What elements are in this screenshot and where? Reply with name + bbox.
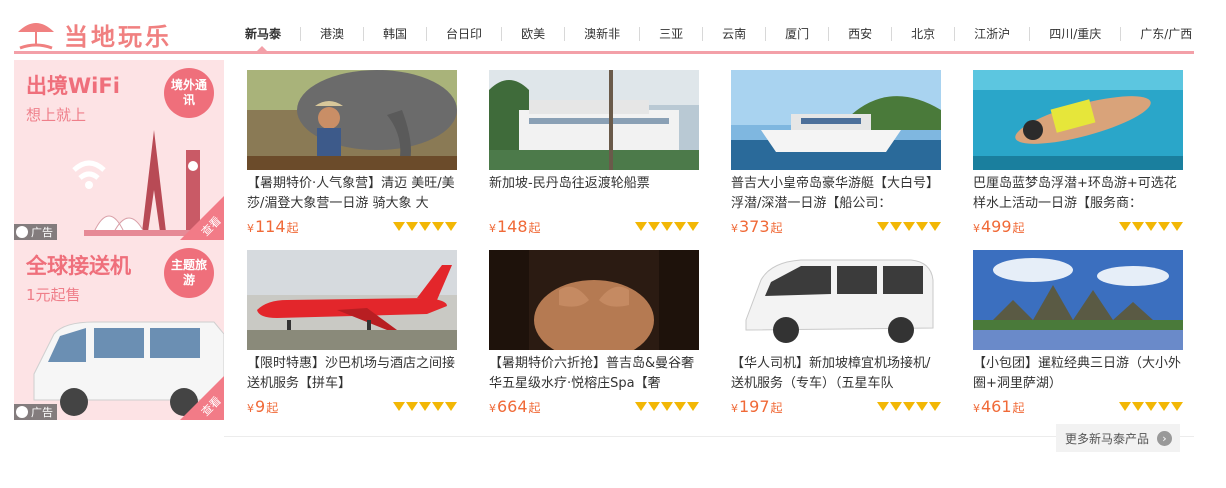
rating-icon bbox=[876, 221, 941, 232]
nav-tab-sichuan-chongqing[interactable]: 四川/重庆 bbox=[1029, 27, 1120, 41]
nav-tab-yunnan[interactable]: 云南 bbox=[702, 27, 765, 41]
product-title[interactable]: 【华人司机】新加坡樟宜机场接机/送机服务（专车）（五星车队 bbox=[731, 354, 941, 394]
product-price: ¥664起 bbox=[489, 397, 541, 416]
nav-tab-sanya[interactable]: 三亚 bbox=[639, 27, 702, 41]
product-title[interactable]: 【限时特惠】沙巴机场与酒店之间接送机服务【拼车】 bbox=[247, 354, 457, 394]
product-card[interactable]: 【小包团】暹粒经典三日游（大小外圈+洞里萨湖） ¥461起 bbox=[973, 250, 1183, 420]
product-title[interactable]: 【暑期特价六折抢】普吉岛&曼谷奢华五星级水疗·悦榕庄Spa【奢 bbox=[489, 354, 699, 394]
product-image-snorkel[interactable] bbox=[973, 70, 1183, 170]
product-image-airplane[interactable] bbox=[247, 250, 457, 350]
nav-tab-xiamen[interactable]: 厦门 bbox=[765, 27, 828, 41]
nav-tab-xinmatai[interactable]: 新马泰 bbox=[226, 27, 300, 41]
ad-view-corner[interactable]: 查看 bbox=[180, 376, 224, 420]
product-card[interactable]: 普吉大小皇帝岛豪华游艇【大白号】浮潜/深潜一日游【船公司： ¥373起 bbox=[731, 70, 941, 240]
product-card[interactable]: 新加坡-民丹岛往返渡轮船票 ¥148起 bbox=[489, 70, 699, 240]
product-title[interactable]: 巴厘岛蓝梦岛浮潜+环岛游+可选花样水上活动一日游【服务商： bbox=[973, 174, 1183, 214]
ad-banner-transfer[interactable]: 全球接送机 1元起售 主题旅游 广告 查看 bbox=[14, 240, 224, 420]
ad-title: 全球接送机 bbox=[26, 254, 131, 278]
ad-title: 出境WiFi bbox=[26, 74, 120, 98]
product-card[interactable]: 巴厘岛蓝梦岛浮潜+环岛游+可选花样水上活动一日游【服务商： ¥499起 bbox=[973, 70, 1183, 240]
nav-tab-aoxinfei[interactable]: 澳新非 bbox=[564, 27, 639, 41]
nav-underline bbox=[14, 51, 1194, 54]
nav-tab-gangao[interactable]: 港澳 bbox=[300, 27, 363, 41]
nav-tab-oumei[interactable]: 欧美 bbox=[501, 27, 564, 41]
product-card[interactable]: 【限时特惠】沙巴机场与酒店之间接送机服务【拼车】 ¥9起 bbox=[247, 250, 457, 420]
ad-label: 广告 bbox=[14, 224, 57, 240]
nav-tab-jiangzhehu[interactable]: 江浙沪 bbox=[954, 27, 1029, 41]
ad-label: 广告 bbox=[14, 404, 57, 420]
product-price: ¥114起 bbox=[247, 217, 299, 236]
product-price: ¥373起 bbox=[731, 217, 783, 236]
product-image-spa[interactable] bbox=[489, 250, 699, 350]
more-products-button[interactable]: 更多新马泰产品 › bbox=[1056, 424, 1180, 452]
product-price: ¥197起 bbox=[731, 397, 783, 416]
nav-tab-xian[interactable]: 西安 bbox=[828, 27, 891, 41]
ad-view-corner[interactable]: 查看 bbox=[180, 196, 224, 240]
active-tab-caret bbox=[256, 46, 268, 52]
product-image-temple[interactable] bbox=[973, 250, 1183, 350]
logo-text: 当地玩乐 bbox=[64, 22, 172, 51]
chevron-right-icon: › bbox=[1157, 430, 1172, 446]
rating-icon bbox=[1118, 401, 1183, 412]
rating-icon bbox=[634, 401, 699, 412]
site-logo[interactable]: 当地玩乐 bbox=[16, 14, 226, 54]
nav-tab-hanguo[interactable]: 韩国 bbox=[363, 27, 426, 41]
section-divider bbox=[224, 436, 1194, 437]
product-price: ¥9起 bbox=[247, 397, 279, 416]
region-nav: 新马泰 港澳 韩国 台日印 欧美 澳新非 三亚 云南 厦门 西安 北京 江浙沪 … bbox=[226, 22, 1211, 46]
ad-badge: 主题旅游 bbox=[164, 248, 214, 298]
product-card[interactable]: 【华人司机】新加坡樟宜机场接机/送机服务（专车）（五星车队 ¥197起 bbox=[731, 250, 941, 420]
product-title[interactable]: 普吉大小皇帝岛豪华游艇【大白号】浮潜/深潜一日游【船公司： bbox=[731, 174, 941, 214]
nav-tab-guangdong-guangxi[interactable]: 广东/广西 bbox=[1120, 27, 1211, 41]
product-price: ¥461起 bbox=[973, 397, 1025, 416]
product-card[interactable]: 【暑期特价·人气象营】清迈 美旺/美莎/湄登大象营一日游 骑大象 大 ¥114起 bbox=[247, 70, 457, 240]
beach-umbrella-icon bbox=[18, 23, 54, 50]
nav-tab-tairiyin[interactable]: 台日印 bbox=[426, 27, 501, 41]
rating-icon bbox=[392, 401, 457, 412]
nav-tab-beijing[interactable]: 北京 bbox=[891, 27, 954, 41]
ad-banner-wifi[interactable]: 出境WiFi 想上就上 境外通讯 广告 查看 bbox=[14, 60, 224, 240]
rating-icon bbox=[1118, 221, 1183, 232]
ad-subtitle: 1元起售 bbox=[26, 286, 81, 304]
product-image-elephant[interactable] bbox=[247, 70, 457, 170]
rating-icon bbox=[634, 221, 699, 232]
product-title[interactable]: 【暑期特价·人气象营】清迈 美旺/美莎/湄登大象营一日游 骑大象 大 bbox=[247, 174, 457, 214]
product-image-van[interactable] bbox=[731, 250, 941, 350]
product-price: ¥148起 bbox=[489, 217, 541, 236]
product-price: ¥499起 bbox=[973, 217, 1025, 236]
product-image-yacht[interactable] bbox=[731, 70, 941, 170]
ad-badge: 境外通讯 bbox=[164, 68, 214, 118]
product-image-ferry[interactable] bbox=[489, 70, 699, 170]
rating-icon bbox=[392, 221, 457, 232]
more-products-label: 更多新马泰产品 bbox=[1064, 431, 1149, 446]
product-card[interactable]: 【暑期特价六折抢】普吉岛&曼谷奢华五星级水疗·悦榕庄Spa【奢 ¥664起 bbox=[489, 250, 699, 420]
product-title[interactable]: 新加坡-民丹岛往返渡轮船票 bbox=[489, 174, 699, 214]
rating-icon bbox=[876, 401, 941, 412]
product-title[interactable]: 【小包团】暹粒经典三日游（大小外圈+洞里萨湖） bbox=[973, 354, 1183, 394]
